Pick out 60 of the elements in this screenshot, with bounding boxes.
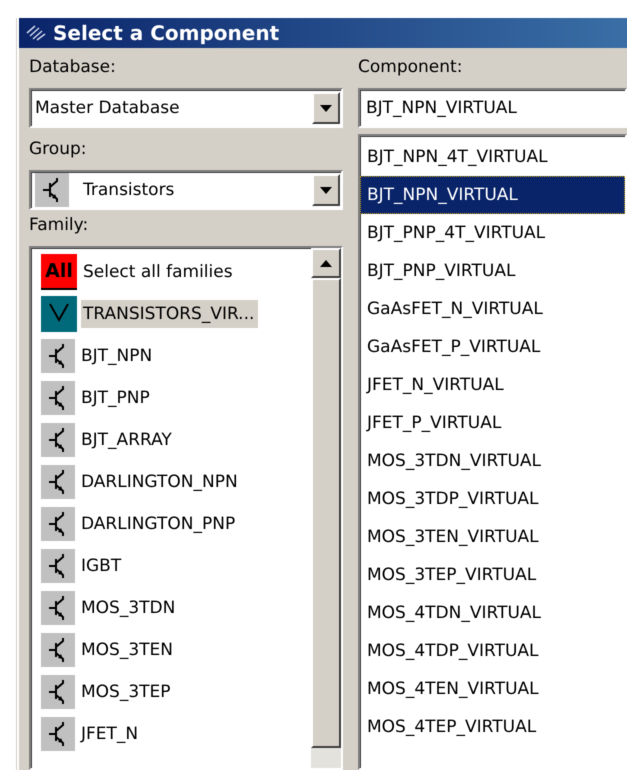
component-field[interactable]: BJT_NPN_VIRTUAL: [358, 88, 627, 128]
transistor-icon: [41, 381, 75, 415]
transistor-icon: [41, 549, 75, 583]
component-item[interactable]: MOS_3TEN_VIRTUAL: [360, 518, 625, 556]
field-label: Family:: [29, 214, 90, 237]
caret-down-icon: [320, 104, 332, 112]
transistor-icon: [41, 591, 75, 625]
transistor-icon: [41, 423, 75, 457]
family-item[interactable]: Select all families: [81, 258, 237, 286]
caret-up-icon: [320, 260, 332, 266]
component-item[interactable]: BJT_PNP_VIRTUAL: [360, 252, 625, 290]
component-item[interactable]: MOS_4TEP_VIRTUAL: [360, 708, 625, 746]
scroll-up-button[interactable]: [311, 248, 341, 278]
transistor-icon: [41, 633, 75, 667]
component-item[interactable]: JFET_P_VIRTUAL: [360, 404, 625, 442]
dropdown[interactable]: Transistors: [29, 170, 343, 210]
component-list[interactable]: [358, 134, 627, 770]
component-item[interactable]: GaAsFET_P_VIRTUAL: [360, 328, 625, 366]
family-item[interactable]: MOS_3TEN: [79, 636, 177, 664]
logo-icon: [25, 25, 47, 41]
caret-down-icon: [320, 186, 332, 194]
transistor-icon: [41, 717, 75, 751]
family-item[interactable]: BJT_ARRAY: [79, 426, 176, 454]
component-item[interactable]: BJT_NPN_VIRTUAL: [360, 176, 625, 214]
all-badge: All: [41, 254, 77, 290]
family-item[interactable]: DARLINGTON_PNP: [79, 510, 240, 538]
component-item[interactable]: GaAsFET_N_VIRTUAL: [360, 290, 625, 328]
dropdown[interactable]: Master Database: [29, 88, 343, 128]
component-item[interactable]: BJT_PNP_4T_VIRTUAL: [360, 214, 625, 252]
dropdown-value: Transistors: [83, 180, 174, 200]
transistor-icon: [35, 173, 69, 207]
component-item[interactable]: MOS_3TEP_VIRTUAL: [360, 556, 625, 594]
component-item[interactable]: MOS_3TDN_VIRTUAL: [360, 442, 625, 480]
transistor-icon: [41, 465, 75, 499]
component-item[interactable]: MOS_3TDP_VIRTUAL: [360, 480, 625, 518]
field-label: Component:: [358, 56, 464, 79]
field-label: Group:: [29, 138, 88, 161]
family-item[interactable]: IGBT: [79, 552, 126, 580]
component-item[interactable]: JFET_N_VIRTUAL: [360, 366, 625, 404]
component-item[interactable]: BJT_NPN_4T_VIRTUAL: [360, 138, 625, 176]
family-item[interactable]: BJT_NPN: [79, 342, 156, 370]
family-item[interactable]: JFET_N: [79, 720, 142, 748]
transistor-icon: [41, 675, 75, 709]
component-item[interactable]: MOS_4TDN_VIRTUAL: [360, 594, 625, 632]
family-item[interactable]: DARLINGTON_NPN: [79, 468, 242, 496]
v-icon: [41, 296, 77, 332]
transistor-icon: [41, 339, 75, 373]
field-label: Database:: [29, 56, 117, 79]
dropdown-value: Master Database: [35, 98, 180, 118]
transistor-icon: [41, 507, 75, 541]
component-item[interactable]: MOS_4TEN_VIRTUAL: [360, 670, 625, 708]
family-item[interactable]: TRANSISTORS_VIR...: [81, 300, 258, 328]
family-item[interactable]: BJT_PNP: [79, 384, 154, 412]
family-item[interactable]: MOS_3TEP: [79, 678, 175, 706]
family-list[interactable]: All Select all families TRANSISTORS_VIR... BJT_NPN BJT_PNP BJT_ARRAY DARLINGTON_NPN DARLINGTON_PNP IGBT MOS_3TDN MOS_3TEN MOS_3TEP JFET_N: [29, 246, 343, 770]
component-item[interactable]: MOS_4TDP_VIRTUAL: [360, 632, 625, 670]
dropdown-button[interactable]: [312, 174, 340, 206]
window-title: Select a Component: [53, 21, 280, 45]
dropdown-button[interactable]: [312, 92, 340, 124]
family-item[interactable]: MOS_3TDN: [79, 594, 180, 622]
